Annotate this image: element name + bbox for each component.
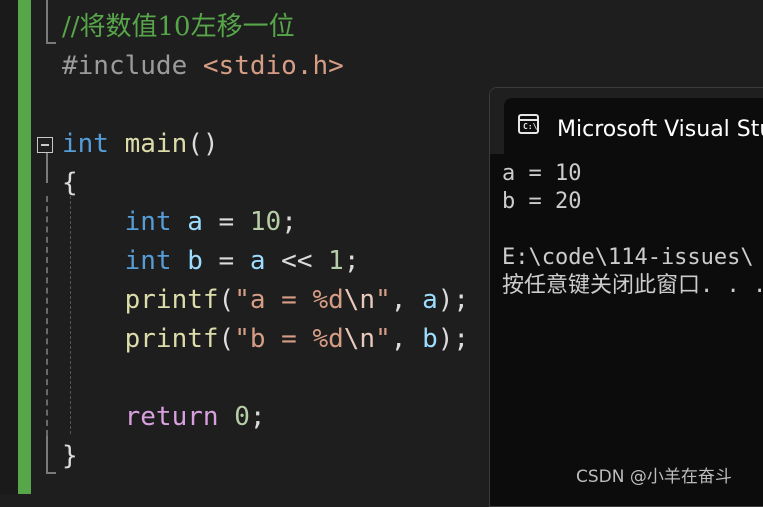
code-token: } bbox=[62, 441, 78, 471]
code-line[interactable]: //将数值10左移一位 bbox=[62, 8, 469, 47]
code-token: b bbox=[187, 246, 203, 276]
console-output-line: 按任意键关闭此窗口. . . bbox=[502, 273, 763, 298]
console-output-line: E:\code\114-issues\ bbox=[502, 245, 754, 270]
code-token: a bbox=[187, 207, 203, 237]
code-token: int bbox=[124, 246, 172, 276]
console-output-line: a = 10 bbox=[502, 161, 582, 186]
code-token: ( bbox=[218, 285, 235, 315]
code-token: = bbox=[202, 246, 250, 276]
code-token: 10 bbox=[249, 207, 282, 237]
terminal-icon: C:\ bbox=[518, 114, 539, 134]
code-token: a bbox=[422, 285, 438, 315]
debug-console-window[interactable]: C:\ Microsoft Visual Studio 调试控制台 a = 10… bbox=[489, 87, 763, 507]
code-token: "b = %d bbox=[234, 324, 344, 354]
code-line[interactable] bbox=[62, 86, 469, 125]
code-token: int bbox=[62, 129, 109, 159]
code-token: \n bbox=[343, 324, 376, 354]
code-token: " bbox=[375, 285, 391, 315]
code-token: b bbox=[422, 324, 438, 354]
code-token: <stdio.h> bbox=[202, 51, 344, 81]
code-line[interactable]: int a = 10; bbox=[62, 203, 469, 242]
code-text[interactable]: //将数值10左移一位 #include <stdio.h> int main() {… bbox=[62, 8, 469, 476]
code-line[interactable]: printf("b = %d\n", b); bbox=[62, 320, 469, 359]
code-line[interactable] bbox=[62, 359, 469, 398]
code-token: #include bbox=[62, 51, 203, 81]
console-output-line: b = 20 bbox=[502, 189, 582, 214]
console-titlebar[interactable]: C:\ Microsoft Visual Studio 调试控制台 bbox=[490, 88, 763, 154]
code-token: printf bbox=[124, 324, 219, 354]
code-token: int bbox=[124, 207, 172, 237]
code-line[interactable]: { bbox=[62, 164, 469, 203]
outline-line bbox=[46, 153, 48, 183]
change-indicator-bar bbox=[18, 0, 31, 494]
collapse-toggle-icon[interactable] bbox=[37, 137, 53, 153]
code-token: { bbox=[62, 168, 78, 198]
code-token: ; bbox=[249, 402, 266, 432]
code-token: << bbox=[265, 246, 329, 276]
code-line[interactable]: int main() bbox=[62, 125, 469, 164]
code-token: () bbox=[187, 129, 219, 159]
code-token: ); bbox=[437, 285, 470, 315]
code-token: , bbox=[390, 285, 423, 315]
editor-gutter bbox=[0, 0, 18, 494]
code-token: " bbox=[375, 324, 391, 354]
code-token: ; bbox=[343, 246, 360, 276]
outline-end-tick bbox=[46, 472, 56, 474]
code-line[interactable]: printf("a = %d\n", a); bbox=[62, 281, 469, 320]
code-token: "a = %d bbox=[234, 285, 344, 315]
outline-line bbox=[46, 0, 48, 42]
code-line[interactable]: int b = a << 1; bbox=[62, 242, 469, 281]
code-token: a bbox=[249, 246, 266, 276]
code-line[interactable]: return 0; bbox=[62, 398, 469, 437]
console-tab[interactable]: C:\ Microsoft Visual Studio 调试控制台 bbox=[504, 98, 763, 154]
code-token: return bbox=[124, 402, 219, 432]
code-token: printf bbox=[124, 285, 219, 315]
code-token: 0 bbox=[234, 402, 250, 432]
code-line[interactable]: #include <stdio.h> bbox=[62, 47, 469, 86]
code-line[interactable]: } bbox=[62, 437, 469, 476]
console-title: Microsoft Visual Studio 调试控制台 bbox=[557, 117, 763, 142]
code-token: ); bbox=[437, 324, 470, 354]
outline-line bbox=[46, 196, 48, 436]
outline-end-tick bbox=[46, 42, 56, 44]
code-token: 1 bbox=[328, 246, 344, 276]
code-token: \n bbox=[343, 285, 376, 315]
code-token: ( bbox=[218, 324, 235, 354]
code-token: ; bbox=[281, 207, 297, 237]
console-output[interactable]: a = 10 b = 20 E:\code\114-issues\ 按任意键关闭此窗口… bbox=[502, 160, 763, 300]
code-token: main bbox=[124, 129, 188, 159]
outline-line bbox=[46, 436, 48, 472]
code-token: , bbox=[390, 324, 423, 354]
watermark: CSDN @小羊在奋斗 bbox=[576, 467, 732, 487]
code-token: = bbox=[202, 207, 250, 237]
code-token: //将数值10左移一位 bbox=[62, 12, 295, 42]
